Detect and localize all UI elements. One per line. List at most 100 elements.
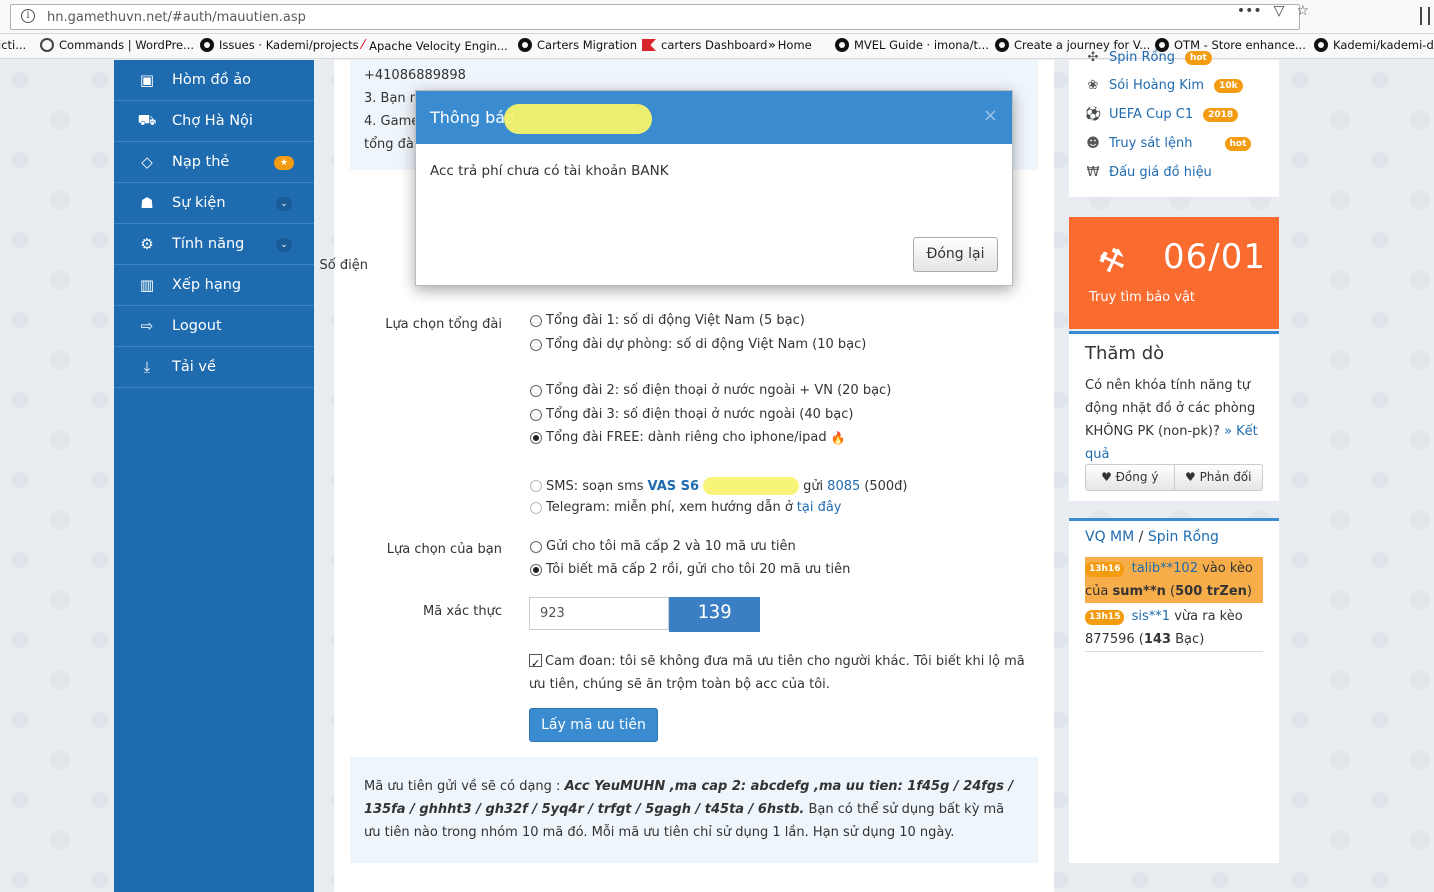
commitment-checkbox[interactable] [529,652,542,675]
info-icon[interactable]: i [21,9,35,23]
treasure-hunt-card[interactable]: ⚒ 06/01 Truy tìm bảo vật [1069,217,1279,329]
spin-feed-panel: VQ MM / Spin Rồng 13h16 talib**102 vào k… [1069,518,1279,863]
notification-modal: Thông báo × Acc trả phí chưa có tài khoả… [415,90,1013,286]
channel-option-2[interactable]: Tổng đài 2: số điện thoại ở nước ngoài +… [530,383,891,398]
radio-button[interactable] [530,540,542,553]
soccer-ball-icon: ⚽ [1085,107,1102,122]
treasure-date: 06/01 [1163,237,1266,277]
poll-disagree-button[interactable]: ♥ Phản đối [1173,465,1263,490]
poll-question: Có nên khóa tính năng tự động nhặt đồ ở … [1085,378,1258,462]
nav-item-xep-hang[interactable]: ▥ Xếp hạng [114,265,314,306]
star-icon[interactable]: ☆ [1296,3,1309,19]
bookmarks-bar: icti... Commands | WordPre... Issues · K… [0,34,1434,59]
chevron-down-icon[interactable]: ⌄ [276,197,292,211]
channel-option-telegram[interactable]: Telegram: miễn phí, xem hướng dẫn ở tại … [530,500,842,515]
link-truy-sat-lenh[interactable]: ☻ Truy sát lệnh hot [1085,136,1252,151]
download-icon: ⤓ [143,358,151,376]
channel-option-backup[interactable]: Tổng đài dự phòng: số di động Việt Nam (… [530,337,866,352]
bookmark-item[interactable]: Carters Migration [518,38,637,52]
nav-item-su-kien[interactable]: ☗ Sự kiện ⌄ [114,183,314,224]
url-text[interactable]: hn.gamethuvn.net/#auth/mauutien.asp [47,10,306,25]
bookmark-item[interactable]: carters Dashboard [642,38,767,52]
commitment-checkbox-row[interactable]: Cam đoan: tôi sẽ không đưa mã ưu tiên ch… [529,650,1029,696]
choice-option-10[interactable]: Gửi cho tôi mã cấp 2 và 10 mã ưu tiên [530,539,796,554]
browser-toolbar: i hn.gamethuvn.net/#auth/mauutien.asp ••… [0,0,1434,34]
poll-title: Thăm dò [1085,343,1165,364]
choice-label: Lựa chọn của bạn [386,542,502,557]
pocket-icon[interactable]: ▽ [1274,3,1285,19]
radio-button[interactable] [530,338,542,351]
sms-number-link[interactable]: 8085 [827,479,860,494]
bookmark-item[interactable]: Issues · Kademi/projects [200,38,359,52]
bookmark-item[interactable]: Kademi/kademi-d [1314,38,1434,52]
cogs-icon: ⚙ [140,235,154,253]
library-icon[interactable] [1420,7,1430,25]
captcha-input[interactable]: 923 [529,597,669,630]
channel-option-sms[interactable]: SMS: soạn sms VAS S6 gửi 8085 (500đ) [530,477,907,495]
bookmark-item[interactable]: ⁄ Apache Velocity Engin... [362,38,508,53]
link-soi-hoang-kim[interactable]: ❀ Sói Hoàng Kim 10k [1085,78,1243,93]
bookmark-item[interactable]: icti... [0,38,26,52]
cat-icon: ☻ [1086,136,1100,151]
channel-option-3[interactable]: Tổng đài 3: số điện thoại ở nước ngoài (… [530,407,854,422]
close-button[interactable]: Đóng lại [913,237,998,272]
telegram-guide-link[interactable]: tại đây [797,500,842,515]
phone-label: Số điện [319,258,368,273]
bookmark-item[interactable]: » Home [768,38,812,52]
radio-button[interactable] [530,314,542,327]
briefcase-icon: ▣ [139,71,155,89]
radio-button[interactable] [530,384,542,397]
vqmm-link[interactable]: VQ MM [1085,529,1134,545]
chevron-down-icon[interactable]: ⌄ [276,238,292,252]
android-icon: ☗ [140,194,154,212]
redaction-scribble [703,477,800,495]
poll-agree-button[interactable]: ♥ Đồng ý [1086,465,1174,490]
spin-feed-item: 13h16 talib**102 vào kèo của sum**n (500… [1085,557,1263,603]
link-uefa-cup[interactable]: ⚽ UEFA Cup C1 2018 [1085,107,1239,122]
nav-item-logout[interactable]: ⇨ Logout [114,306,314,347]
channel-label: Lựa chọn tổng đài [385,317,502,332]
radio-button-checked[interactable] [530,431,542,444]
nav-item-tai-ve[interactable]: ⤓ Tải về [114,347,314,388]
bookmark-item[interactable]: MVEL Guide · imona/t... [835,38,989,52]
channel-option-1[interactable]: Tổng đài 1: số di động Việt Nam (5 bạc) [530,313,805,328]
won-icon: ₩ [1086,165,1100,180]
link-dau-gia[interactable]: ₩ Đấu giá đồ hiệu [1085,165,1212,180]
spin-icon: ✣ [1087,50,1099,65]
bar-chart-icon: ▥ [139,276,155,294]
diamond-icon: ◇ [141,153,153,171]
more-icon[interactable]: ••• [1237,3,1262,19]
nav-item-cho-ha-noi[interactable]: ⛟ Chợ Hà Nội [114,101,314,142]
spin-rong-link[interactable]: Spin Rồng [1148,529,1219,545]
radio-button-checked[interactable] [530,563,542,576]
channel-option-free[interactable]: Tổng đài FREE: dành riêng cho iphone/ipa… [530,430,846,445]
feather-icon: ⁄ [362,38,365,53]
nav-item-nap-the[interactable]: ◇ Nạp thẻ ★ [114,142,314,183]
choice-option-20[interactable]: Tôi biết mã cấp 2 rồi, gửi cho tôi 20 mã… [530,562,850,577]
poll-panel: Thăm dò Có nên khóa tính năng tự động nh… [1069,331,1279,501]
user-link[interactable]: sis**1 [1132,609,1170,624]
captcha-label: Mã xác thực [423,604,502,619]
address-bar[interactable]: i hn.gamethuvn.net/#auth/mauutien.asp [10,4,1300,30]
modal-title: Thông báo [430,108,515,127]
github-icon [995,38,1009,52]
user-link[interactable]: talib**102 [1132,561,1198,576]
github-icon [835,38,849,52]
link-spin-rong[interactable]: ✣ Spin Rồng hot [1085,50,1212,65]
nav-item-tinh-nang[interactable]: ⚙ Tính năng ⌄ [114,224,314,265]
bookmark-item[interactable]: Commands | WordPre... [40,38,194,52]
pickaxe-icon: ⚒ [1093,240,1132,283]
radio-button[interactable] [530,480,542,492]
wordpress-icon [40,38,54,52]
wolf-icon: ❀ [1087,78,1099,93]
double-chevron-icon: » [768,38,776,52]
close-icon[interactable]: × [983,105,998,126]
get-priority-code-button[interactable]: Lấy mã ưu tiên [529,708,658,742]
radio-button[interactable] [530,408,542,421]
fire-icon: 🔥 [830,430,846,445]
radio-button[interactable] [530,501,542,514]
nav-item-hom-do-ao[interactable]: ▣ Hòm đồ ảo [114,60,314,101]
poll-buttons: ♥ Đồng ý ♥ Phản đối [1085,464,1263,491]
feature-links-panel: ✣ Spin Rồng hot ❀ Sói Hoàng Kim 10k ⚽ UEFA Cu… [1069,50,1279,197]
code-format-note: Mã ưu tiên gửi về sẽ có dạng : Acc YeuMU… [350,757,1038,863]
